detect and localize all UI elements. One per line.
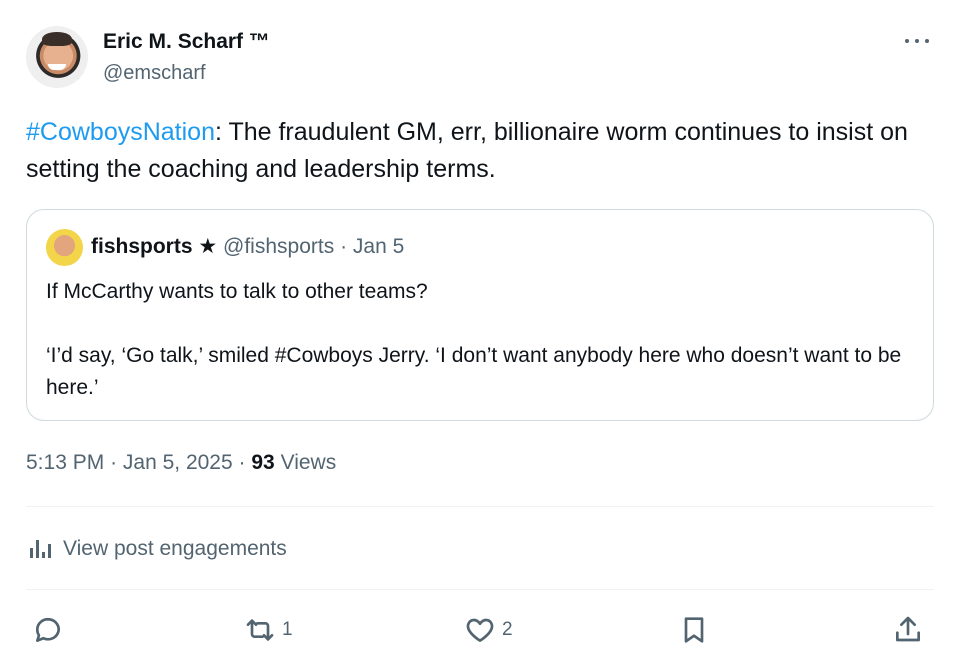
divider bbox=[26, 589, 934, 590]
retweet-icon bbox=[246, 619, 274, 641]
retweet-button[interactable]: 1 bbox=[244, 610, 293, 650]
meta-separator: · bbox=[110, 451, 118, 474]
retweet-count: 1 bbox=[282, 619, 293, 640]
tweet-time[interactable]: 5:13 PM bbox=[26, 451, 104, 474]
quoted-text: If McCarthy wants to talk to other teams… bbox=[46, 276, 916, 404]
quoted-author-name[interactable]: fishsports ★ bbox=[91, 235, 217, 258]
quoted-separator: · bbox=[340, 235, 348, 258]
author-avatar[interactable] bbox=[26, 26, 88, 88]
quoted-date[interactable]: Jan 5 bbox=[353, 235, 404, 258]
quoted-paragraph: ‘I’d say, ‘Go talk,’ smiled #Cowboys Jer… bbox=[46, 344, 902, 399]
reply-icon bbox=[35, 617, 60, 642]
hashtag-link[interactable]: #CowboysNation bbox=[26, 118, 215, 146]
quoted-paragraph: If McCarthy wants to talk to other teams… bbox=[46, 280, 428, 303]
share-icon bbox=[896, 616, 920, 642]
quoted-tweet[interactable]: fishsports ★ @fishsports · Jan 5 If McCa… bbox=[26, 209, 934, 421]
reply-button[interactable] bbox=[32, 610, 70, 650]
like-button[interactable]: 2 bbox=[464, 610, 513, 650]
tweet-meta: 5:13 PM · Jan 5, 2025 · 93 Views bbox=[26, 451, 336, 475]
meta-separator: · bbox=[238, 451, 246, 474]
view-engagements-label: View post engagements bbox=[63, 537, 287, 560]
tweet-text: #CowboysNation: The fraudulent GM, err, … bbox=[26, 114, 931, 188]
bookmark-icon bbox=[684, 617, 704, 643]
view-engagements-link[interactable]: View post engagements bbox=[26, 534, 287, 564]
bookmark-button[interactable] bbox=[678, 610, 710, 650]
tweet-header: Eric M. Scharf ™ @emscharf bbox=[26, 26, 936, 92]
heart-icon bbox=[466, 618, 494, 642]
quoted-author-avatar[interactable] bbox=[46, 229, 83, 266]
divider bbox=[26, 506, 934, 507]
action-bar: 1 2 bbox=[26, 610, 934, 650]
analytics-icon bbox=[30, 540, 51, 558]
views-count: 93 bbox=[251, 451, 275, 474]
quoted-author-handle[interactable]: @fishsports bbox=[223, 235, 334, 258]
more-options-icon[interactable] bbox=[902, 30, 932, 52]
author-handle[interactable]: @emscharf bbox=[103, 62, 206, 85]
quoted-header: fishsports ★ @fishsports · Jan 5 bbox=[91, 234, 404, 259]
tweet-date[interactable]: Jan 5, 2025 bbox=[123, 451, 233, 474]
author-name[interactable]: Eric M. Scharf ™ bbox=[103, 30, 270, 54]
views-label: Views bbox=[280, 451, 337, 474]
share-button[interactable] bbox=[892, 610, 924, 650]
like-count: 2 bbox=[502, 619, 513, 640]
